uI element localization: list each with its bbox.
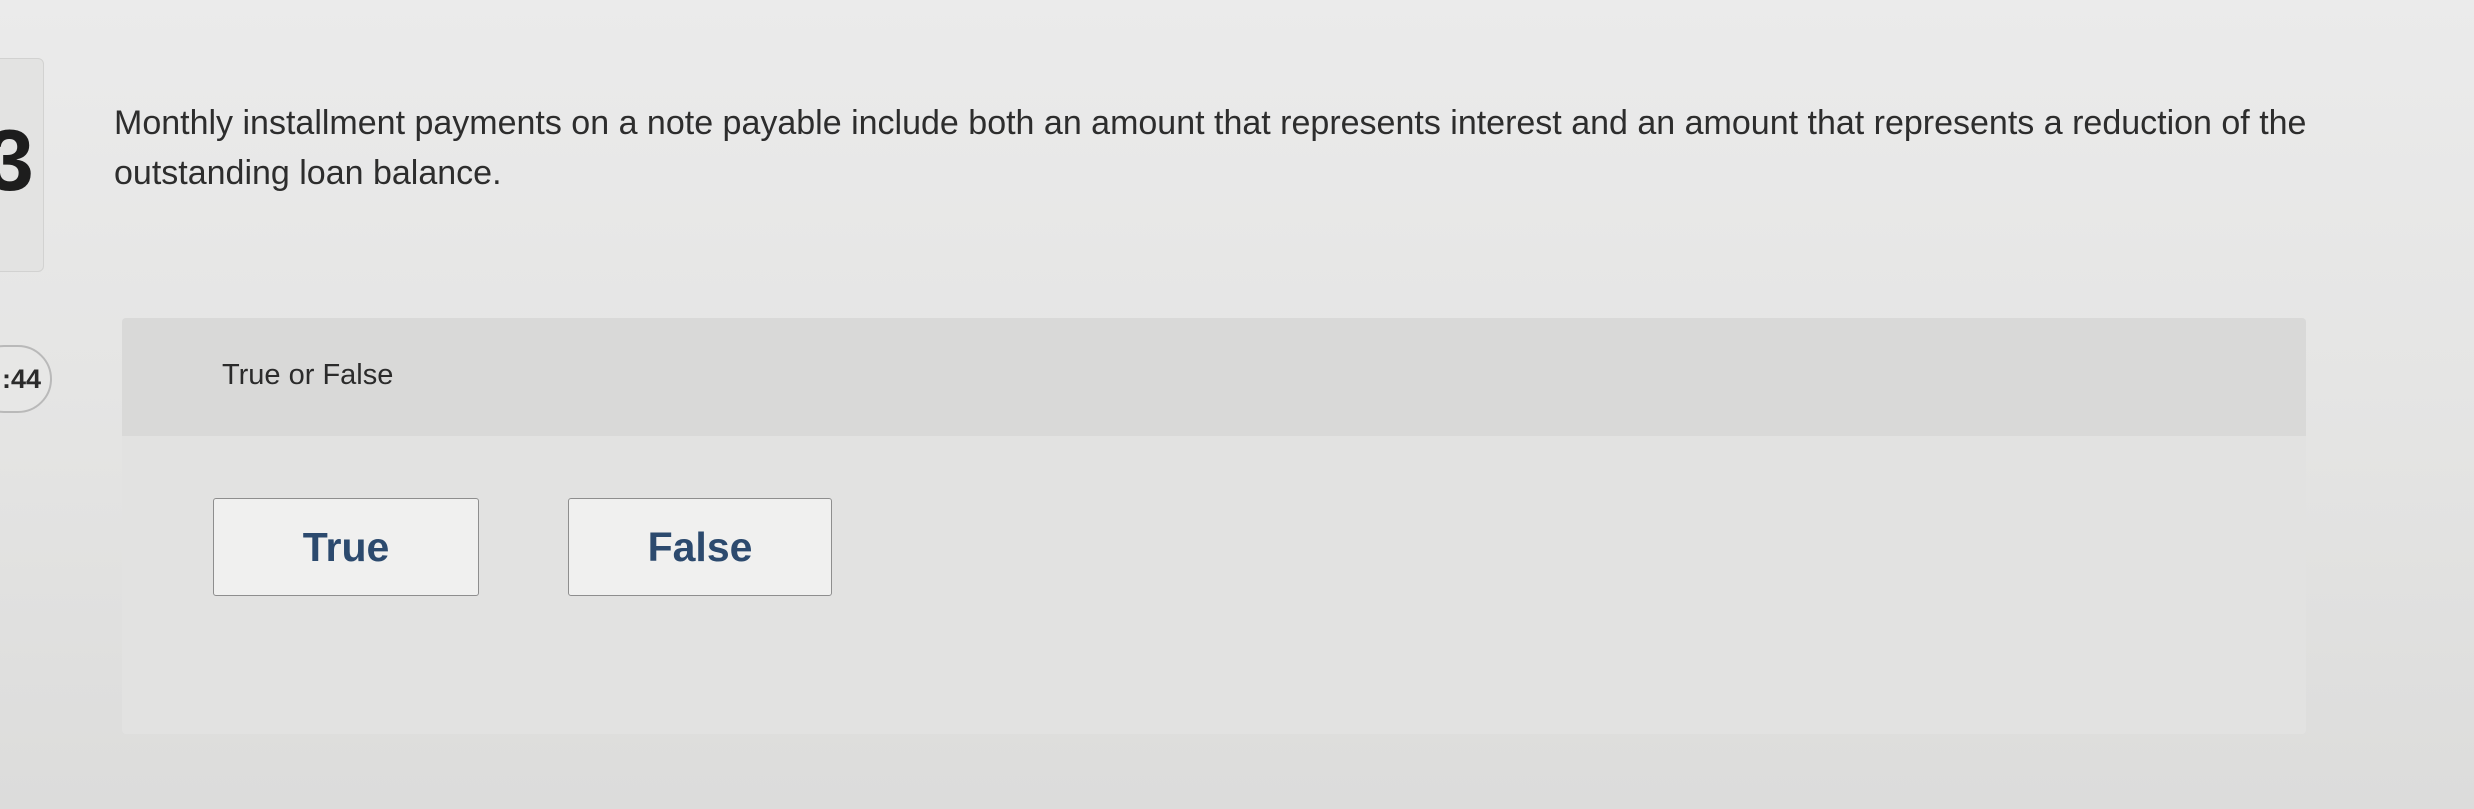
- false-button[interactable]: False: [568, 498, 832, 596]
- answer-header: [122, 318, 2306, 436]
- true-button[interactable]: True: [213, 498, 479, 596]
- question-prompt: Monthly installment payments on a note p…: [114, 104, 2307, 192]
- timer-text: :44: [2, 364, 42, 394]
- question-number: 3: [0, 113, 34, 209]
- question-type-label: True or False: [222, 359, 394, 391]
